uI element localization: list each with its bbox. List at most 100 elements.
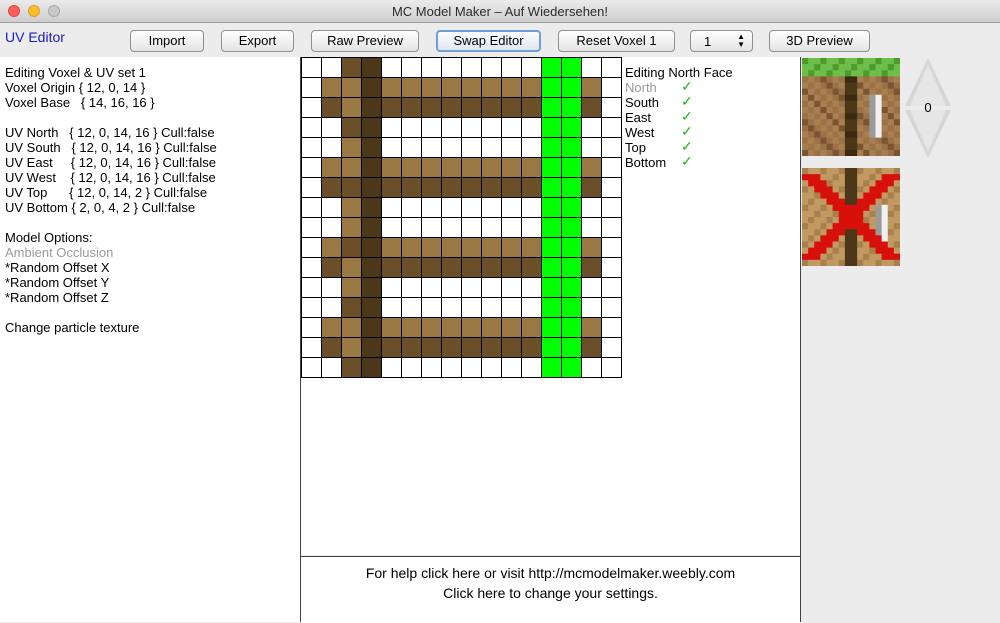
block-texture-thumbnail[interactable] xyxy=(802,58,900,156)
grid-pixel[interactable] xyxy=(481,317,502,338)
uv-editor-link[interactable]: UV Editor xyxy=(5,29,65,45)
grid-pixel[interactable] xyxy=(321,137,342,158)
grid-pixel[interactable] xyxy=(301,337,322,358)
grid-pixel[interactable] xyxy=(501,337,522,358)
grid-pixel[interactable] xyxy=(501,177,522,198)
grid-pixel[interactable] xyxy=(401,277,422,298)
export-button[interactable]: Export xyxy=(221,30,294,52)
grid-pixel[interactable] xyxy=(521,117,542,138)
grid-pixel[interactable] xyxy=(341,357,362,378)
grid-pixel[interactable] xyxy=(561,77,582,98)
grid-pixel[interactable] xyxy=(521,357,542,378)
grid-pixel[interactable] xyxy=(441,277,462,298)
grid-pixel[interactable] xyxy=(521,337,542,358)
grid-pixel[interactable] xyxy=(561,237,582,258)
grid-pixel[interactable] xyxy=(501,317,522,338)
grid-pixel[interactable] xyxy=(401,97,422,118)
face-top[interactable]: Top xyxy=(625,140,646,155)
grid-pixel[interactable] xyxy=(341,217,362,238)
grid-pixel[interactable] xyxy=(401,57,422,78)
grid-pixel[interactable] xyxy=(321,97,342,118)
grid-pixel[interactable] xyxy=(521,217,542,238)
grid-pixel[interactable] xyxy=(401,77,422,98)
grid-pixel[interactable] xyxy=(521,77,542,98)
grid-pixel[interactable] xyxy=(541,357,562,378)
grid-pixel[interactable] xyxy=(461,297,482,318)
grid-pixel[interactable] xyxy=(321,197,342,218)
grid-pixel[interactable] xyxy=(581,177,602,198)
grid-pixel[interactable] xyxy=(541,257,562,278)
grid-pixel[interactable] xyxy=(441,137,462,158)
grid-pixel[interactable] xyxy=(501,297,522,318)
grid-pixel[interactable] xyxy=(301,157,322,178)
face-west[interactable]: West xyxy=(625,125,654,140)
grid-pixel[interactable] xyxy=(481,117,502,138)
grid-pixel[interactable] xyxy=(401,317,422,338)
grid-pixel[interactable] xyxy=(441,297,462,318)
grid-pixel[interactable] xyxy=(581,337,602,358)
grid-pixel[interactable] xyxy=(581,237,602,258)
grid-pixel[interactable] xyxy=(401,177,422,198)
grid-pixel[interactable] xyxy=(521,317,542,338)
grid-pixel[interactable] xyxy=(601,237,622,258)
grid-pixel[interactable] xyxy=(321,357,342,378)
grid-pixel[interactable] xyxy=(341,57,362,78)
grid-pixel[interactable] xyxy=(601,357,622,378)
grid-pixel[interactable] xyxy=(521,237,542,258)
grid-pixel[interactable] xyxy=(561,337,582,358)
grid-pixel[interactable] xyxy=(441,337,462,358)
import-button[interactable]: Import xyxy=(130,30,204,52)
grid-pixel[interactable] xyxy=(461,77,482,98)
grid-pixel[interactable] xyxy=(401,217,422,238)
grid-pixel[interactable] xyxy=(421,317,442,338)
grid-pixel[interactable] xyxy=(301,257,322,278)
grid-pixel[interactable] xyxy=(301,277,322,298)
grid-pixel[interactable] xyxy=(461,257,482,278)
checkmark-icon[interactable]: ✓ xyxy=(681,94,693,109)
checkmark-icon[interactable]: ✓ xyxy=(681,154,693,169)
grid-pixel[interactable] xyxy=(601,217,622,238)
grid-pixel[interactable] xyxy=(481,257,502,278)
grid-pixel[interactable] xyxy=(561,137,582,158)
grid-pixel[interactable] xyxy=(601,177,622,198)
grid-pixel[interactable] xyxy=(541,277,562,298)
grid-pixel[interactable] xyxy=(401,117,422,138)
grid-pixel[interactable] xyxy=(341,77,362,98)
grid-pixel[interactable] xyxy=(601,137,622,158)
grid-pixel[interactable] xyxy=(361,157,382,178)
grid-pixel[interactable] xyxy=(341,317,362,338)
grid-pixel[interactable] xyxy=(321,117,342,138)
grid-pixel[interactable] xyxy=(561,257,582,278)
grid-pixel[interactable] xyxy=(441,157,462,178)
uv-west-label[interactable]: UV West { 12, 0, 14, 16 } Cull:false xyxy=(5,170,216,185)
grid-pixel[interactable] xyxy=(601,157,622,178)
grid-pixel[interactable] xyxy=(341,277,362,298)
grid-pixel[interactable] xyxy=(581,197,602,218)
grid-pixel[interactable] xyxy=(481,337,502,358)
grid-pixel[interactable] xyxy=(301,117,322,138)
grid-pixel[interactable] xyxy=(561,117,582,138)
face-south[interactable]: South xyxy=(625,95,659,110)
grid-pixel[interactable] xyxy=(321,237,342,258)
grid-pixel[interactable] xyxy=(441,77,462,98)
voxel-select[interactable]: 1 ▲ ▼ xyxy=(690,30,753,52)
grid-pixel[interactable] xyxy=(541,177,562,198)
grid-pixel[interactable] xyxy=(501,97,522,118)
reset-voxel-button[interactable]: Reset Voxel 1 xyxy=(558,30,675,52)
grid-pixel[interactable] xyxy=(541,117,562,138)
grid-pixel[interactable] xyxy=(601,297,622,318)
grid-pixel[interactable] xyxy=(401,157,422,178)
grid-pixel[interactable] xyxy=(481,57,502,78)
grid-pixel[interactable] xyxy=(541,337,562,358)
grid-pixel[interactable] xyxy=(581,277,602,298)
grid-pixel[interactable] xyxy=(501,117,522,138)
grid-pixel[interactable] xyxy=(381,77,402,98)
grid-pixel[interactable] xyxy=(521,197,542,218)
grid-pixel[interactable] xyxy=(361,197,382,218)
grid-pixel[interactable] xyxy=(481,77,502,98)
grid-pixel[interactable] xyxy=(601,97,622,118)
grid-pixel[interactable] xyxy=(341,237,362,258)
grid-pixel[interactable] xyxy=(301,57,322,78)
grid-pixel[interactable] xyxy=(361,57,382,78)
grid-pixel[interactable] xyxy=(401,297,422,318)
